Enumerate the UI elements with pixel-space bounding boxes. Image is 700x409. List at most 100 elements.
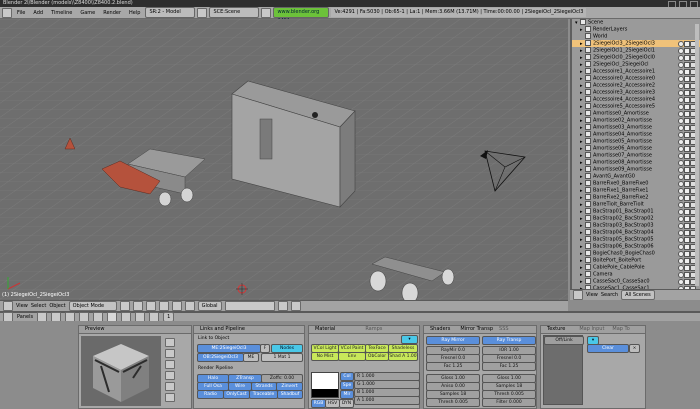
object-datablock-field[interactable]: OB:2SiegeiOcl3 [197,353,244,362]
diffuse-swatch[interactable] [312,373,338,381]
material-count-field[interactable]: 1 Mat 1 [261,353,303,362]
map-to-tab[interactable]: Map To [612,326,629,332]
outliner[interactable]: ▾ Scene ▸ RenderLayers World ▸ 2SiegeiOcl3_… [570,19,700,289]
website-link[interactable]: www.blender.org 2451 [273,7,330,24]
outliner-scene-row[interactable]: ▾ Scene [572,19,700,26]
obcolor-button[interactable]: ObColor [365,352,389,361]
thresh-mirror-field[interactable]: Thresh 0.005 [426,398,480,407]
outliner-world-row[interactable]: World [572,33,700,40]
shad-a-field[interactable]: Shad A 1.00 [388,352,418,361]
outliner-object-row[interactable]: ▸ 2SiegeiOcl1_2SiegeiOcl1 [572,47,700,54]
hsv-mode-button[interactable]: HSV [325,399,340,408]
menu-timeline[interactable]: Timeline [48,8,75,18]
outliner-object-row[interactable]: ▸ Amortisse0_Amortisse [572,110,700,117]
texture-slot-1[interactable]: Off/Link [544,336,584,345]
material-browse-button[interactable]: ▾ [401,335,418,344]
draw-type-icon[interactable] [119,301,130,311]
outliner-object-row[interactable]: ▸ BacStrap01_BacStrap01 [572,208,700,215]
preview-plane-icon[interactable] [165,338,175,347]
texture-delete-icon[interactable]: × [629,344,640,353]
menu-render[interactable]: Render [100,8,124,18]
editor-type-icon[interactable] [3,301,13,311]
outliner-filter-selector[interactable]: All Scenes [621,290,655,300]
outliner-object-row[interactable]: ▸ BarreTiolt_BarreTiolt [572,201,700,208]
fac-mirror-slider[interactable]: Fac 1.25 [426,362,480,371]
scale-icon[interactable] [184,301,195,311]
outliner-object-row[interactable]: ▸ Amortisse06_Amortisse [572,145,700,152]
texture-name-field[interactable]: Clear [587,344,629,353]
outliner-object-row[interactable]: ▸ Amortisse05_Amortisse [572,138,700,145]
viewport-scene[interactable] [0,19,568,300]
shaders-tab[interactable]: Shaders [430,326,450,332]
menu-game[interactable]: Game [77,8,98,18]
outliner-object-row[interactable]: ▸ Amortisse04_Amortisse [572,131,700,138]
layers-grid[interactable] [224,301,275,311]
menu-help[interactable]: Help [126,8,143,18]
outliner-object-row[interactable]: ▸ Accessoire4_Accessoire4 [572,96,700,103]
filter-field[interactable]: Filter 0.000 [482,398,536,407]
traceable-button[interactable]: Traceable [249,390,278,399]
preview-cube-icon[interactable] [165,360,175,369]
menu-file[interactable]: File [14,8,28,18]
outliner-object-row[interactable]: ▸ 2SiegeiOcl0_2SiegeiOcl0 [572,54,700,61]
outliner-object-row[interactable]: ▸ Accessoire0_Accessoire0 [572,75,700,82]
fac-transp-slider[interactable]: Fac 1.25 [482,362,536,371]
menu-add[interactable]: Add [30,8,46,18]
outliner-object-row[interactable]: ▸ Accessoire1_Accessoire1 [572,68,700,75]
rotate-icon[interactable] [171,301,182,311]
outliner-object-row[interactable]: ▸ BacStrap06_BacStrap06 [572,243,700,250]
outliner-object-row[interactable]: ▸ BarreFixe0_BarreFixe0 [572,180,700,187]
blender-logo-icon[interactable] [2,7,12,18]
outliner-object-row[interactable]: ▸ Amortisse03_Amortisse [572,124,700,131]
pivot-icon[interactable] [132,301,143,311]
outliner-object-row[interactable]: ▸ Accessoire5_Accessoire5 [572,103,700,110]
mode-selector[interactable]: Object Mode [68,301,117,311]
radio-button[interactable]: Radio [197,390,224,399]
viewport-menu-object[interactable]: Object [49,303,65,309]
ramps-tab[interactable]: Ramps [365,326,382,332]
outliner-object-row[interactable]: ▸ 2SiegeiOcl3_2SiegeiOcl3 [572,40,700,47]
viewport-menu-view[interactable]: View [16,303,28,309]
outliner-object-row[interactable]: ▸ Accessoire2_Accessoire2 [572,82,700,89]
outliner-object-row[interactable]: ▸ Amortisse08_Amortisse [572,159,700,166]
3d-viewport[interactable]: (1) 2SiegeiOcl_2SiegeiOcl3 [0,19,568,300]
outliner-object-row[interactable]: ▸ BacStrap02_BacStrap02 [572,215,700,222]
outliner-object-row[interactable]: ▸ CablePole_CablePole [572,264,700,271]
translate-icon[interactable] [158,301,169,311]
col-button[interactable]: Col [340,372,354,381]
specular-swatch[interactable] [312,381,338,389]
outliner-object-row[interactable]: ▸ BarreFixe2_BarreFixe2 [572,194,700,201]
mir-button[interactable]: Mir [340,390,354,399]
preview-monkey-icon[interactable] [165,371,175,380]
outliner-scrollbar[interactable] [695,24,699,286]
ray-transp-button[interactable]: Ray Transp [482,336,536,345]
color-swatches[interactable] [311,372,339,398]
outliner-type-icon[interactable] [573,290,583,300]
outliner-object-row[interactable]: ▸ Camera [572,271,700,278]
outliner-object-row[interactable]: ▸ Amortisse09_Amortisse [572,166,700,173]
env-button[interactable]: Env [338,352,366,361]
onlycast-button[interactable]: OnlyCast [223,390,250,399]
mirror-transp-tab[interactable]: Mirror Transp [460,326,493,332]
texture-tab[interactable]: Texture [547,326,565,332]
outliner-object-row[interactable]: ▸ AvantG_AvantG0 [572,173,700,180]
preview-hair-icon[interactable] [165,382,175,391]
outliner-object-row[interactable]: ▸ BarreFixe1_BarreFixe1 [572,187,700,194]
outliner-object-row[interactable]: ▸ 2SiegeiOcl_2SiegeiOcl [572,61,700,68]
outliner-object-row[interactable]: ▸ CasseSac0_CasseSac0 [572,278,700,285]
preview-sphere-icon[interactable] [165,349,175,358]
outliner-object-row[interactable]: ▸ BacStrap04_BacStrap04 [572,229,700,236]
mesh-link-button[interactable]: ME [243,353,259,362]
sss-tab[interactable]: SSS [499,326,509,332]
orientation-selector[interactable]: Global [197,301,222,311]
preview-sky-icon[interactable] [165,393,175,402]
scene-selector[interactable]: SCE:Scene [209,7,260,18]
outliner-object-row[interactable]: ▸ BoitePort_BoitePort [572,257,700,264]
rgb-mode-button[interactable]: RGB [311,399,326,408]
shadbuf-button[interactable]: Shadbuf [277,390,303,399]
mesh-datablock-field[interactable]: ME:2SiegeiOcl3 [197,344,261,353]
ray-mirror-button[interactable]: Ray Mirror [426,336,480,345]
outliner-object-row[interactable]: ▸ BacStrap05_BacStrap05 [572,236,700,243]
mirror-swatch[interactable] [312,389,338,397]
dyn-mode-button[interactable]: DYN [339,399,354,408]
